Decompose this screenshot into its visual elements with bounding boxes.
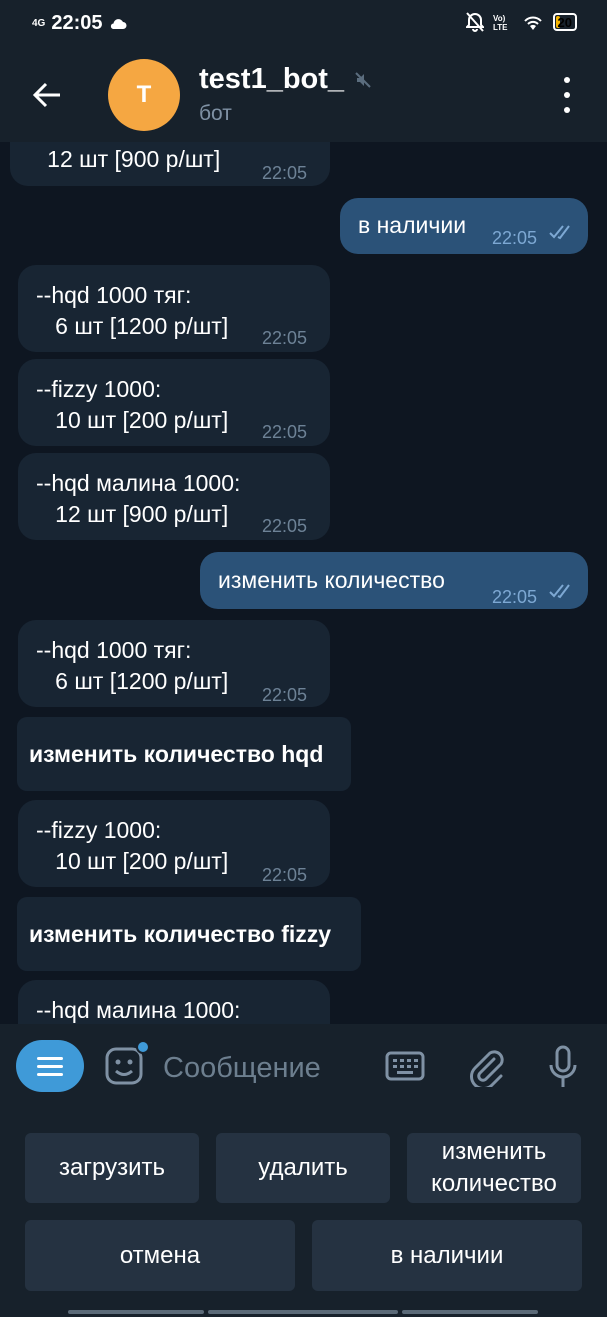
- bot-menu-button[interactable]: [16, 1040, 84, 1092]
- key-cancel[interactable]: отмена: [25, 1220, 295, 1291]
- message-text: --fizzy 1000: 10 шт [200 р/шт]: [36, 376, 229, 433]
- inline-button-change-fizzy[interactable]: изменить количество fizzy: [17, 897, 361, 971]
- key-change-quantity[interactable]: изменить количество: [407, 1133, 581, 1203]
- nav-handle: [68, 1310, 204, 1314]
- chat-subtitle: бот: [199, 102, 232, 125]
- back-button[interactable]: [24, 75, 70, 115]
- message-outgoing[interactable]: изменить количество 22:05: [200, 552, 588, 609]
- key-delete[interactable]: удалить: [216, 1133, 390, 1203]
- svg-text:LTE: LTE: [493, 23, 508, 32]
- chat-area[interactable]: 12 шт [900 р/шт] 22:05 в наличии 22:05 -…: [0, 142, 607, 1024]
- chat-header: T test1_bot_ бот: [0, 47, 607, 142]
- bot-keyboard: загрузить удалить изменить количество от…: [0, 1108, 607, 1317]
- message-time: 22:05: [492, 587, 538, 607]
- more-options-button[interactable]: [555, 77, 579, 113]
- read-checks-icon: [549, 225, 570, 240]
- message-text: --hqd 1000 тяг: 6 шт [1200 р/шт]: [36, 637, 229, 694]
- inline-button-change-hqd[interactable]: изменить количество hqd: [17, 717, 351, 791]
- nav-handle: [208, 1310, 398, 1314]
- message-input-bar: [0, 1024, 607, 1108]
- message-text: --hqd малина 1000: 12 шт [900 р/шт]: [36, 470, 241, 527]
- notification-dot: [136, 1040, 150, 1054]
- keyboard-icon: [385, 1051, 425, 1081]
- message-text: --hqd малина 1000:: [36, 997, 241, 1023]
- alarm-off-icon: [465, 12, 484, 32]
- message-outgoing[interactable]: в наличии 22:05: [340, 198, 588, 254]
- microphone-icon: [549, 1045, 577, 1087]
- message-incoming[interactable]: --hqd 1000 тяг: 6 шт [1200 р/шт] 22:05: [18, 620, 330, 707]
- message-time: 22:05: [262, 163, 308, 183]
- nav-handle: [402, 1310, 538, 1314]
- message-time: 22:05: [262, 422, 308, 442]
- status-time: 22:05: [51, 12, 103, 34]
- network-indicator: 4G: [32, 17, 46, 29]
- message-time: 22:05: [262, 865, 308, 885]
- message-incoming[interactable]: --fizzy 1000: 10 шт [200 р/шт] 22:05: [18, 359, 330, 446]
- muted-icon: [355, 71, 371, 88]
- message-incoming[interactable]: --fizzy 1000: 10 шт [200 р/шт] 22:05: [18, 800, 330, 887]
- message-input[interactable]: [163, 1048, 373, 1088]
- chat-title[interactable]: test1_bot_: [199, 63, 344, 96]
- sticker-button[interactable]: [104, 1040, 150, 1088]
- message-incoming[interactable]: --hqd малина 1000:: [18, 980, 330, 1024]
- message-time: 22:05: [262, 328, 308, 348]
- message-text: изменить количество: [218, 567, 445, 593]
- message-text: в наличии: [358, 212, 467, 238]
- key-in-stock[interactable]: в наличии: [312, 1220, 582, 1291]
- svg-text:Vo): Vo): [493, 14, 506, 23]
- avatar[interactable]: T: [108, 59, 180, 131]
- message-time: 22:05: [262, 516, 308, 536]
- battery-icon: 20: [552, 13, 577, 31]
- menu-icon: [37, 1056, 63, 1060]
- voice-record-button[interactable]: [546, 1044, 580, 1090]
- message-text: --hqd 1000 тяг: 6 шт [1200 р/шт]: [36, 282, 229, 339]
- cloud-icon: [110, 18, 126, 29]
- message-incoming[interactable]: --hqd 1000 тяг: 6 шт [1200 р/шт] 22:05: [18, 265, 330, 352]
- paperclip-icon: [470, 1050, 504, 1087]
- read-checks-icon: [549, 584, 570, 599]
- message-text: 12 шт [900 р/шт]: [28, 146, 221, 172]
- key-upload[interactable]: загрузить: [25, 1133, 199, 1203]
- battery-level: 20: [557, 14, 572, 30]
- message-incoming[interactable]: --hqd малина 1000: 12 шт [900 р/шт] 22:0…: [18, 453, 330, 540]
- status-bar: 4G 22:05 Vo) LTE 20: [0, 0, 607, 47]
- back-arrow-icon: [32, 82, 60, 108]
- volte-icon: Vo)LTE: [493, 14, 508, 32]
- attach-button[interactable]: [466, 1044, 506, 1088]
- message-time: 22:05: [492, 228, 538, 248]
- message-time: 22:05: [262, 685, 308, 705]
- avatar-letter: T: [136, 81, 152, 108]
- keyboard-toggle-button[interactable]: [384, 1050, 426, 1082]
- wifi-icon: [523, 16, 542, 30]
- message-text: --fizzy 1000: 10 шт [200 р/шт]: [36, 817, 229, 874]
- dots-icon: [564, 77, 570, 83]
- message-incoming[interactable]: 12 шт [900 р/шт] 22:05: [10, 142, 330, 186]
